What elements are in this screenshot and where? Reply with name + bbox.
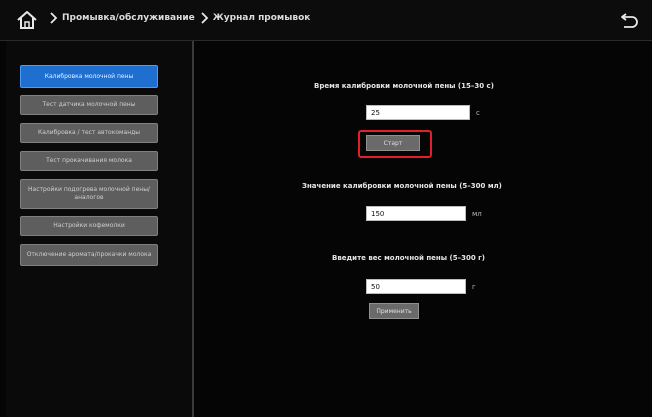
sidebar-item-milk-pump-test[interactable]: Тест прокачивания молока bbox=[20, 151, 158, 171]
time-input[interactable]: 25 bbox=[366, 105, 470, 120]
value-label: Значение калибровки молочной пены (5–300… bbox=[302, 182, 502, 190]
start-button[interactable]: Старт bbox=[366, 135, 420, 151]
breadcrumb-item-service[interactable]: Промывка/обслуживание bbox=[62, 13, 195, 23]
home-icon[interactable] bbox=[16, 9, 38, 31]
back-icon[interactable] bbox=[620, 10, 640, 30]
weight-label: Введите вес молочной пены (5–300 г) bbox=[332, 254, 485, 262]
weight-unit: г bbox=[472, 283, 476, 291]
sidebar-item-froth-sensor-test[interactable]: Тест датчика молочной пены bbox=[20, 95, 158, 115]
chevron-right-icon bbox=[50, 12, 58, 24]
value-input[interactable]: 150 bbox=[366, 206, 466, 221]
weight-input[interactable]: 50 bbox=[366, 279, 466, 294]
screen: Промывка/обслуживание Журнал промывок Ка… bbox=[0, 0, 652, 417]
top-bar: Промывка/обслуживание Журнал промывок bbox=[0, 0, 652, 41]
breadcrumb: Промывка/обслуживание Журнал промывок bbox=[48, 12, 310, 24]
sidebar-item-auto-command[interactable]: Калибровка / тест автокоманды bbox=[20, 123, 158, 143]
time-label: Время калибровки молочной пены (15–30 с) bbox=[314, 82, 494, 90]
sidebar-item-grinder-settings[interactable]: Настройки кофемолки bbox=[20, 216, 158, 236]
value-unit: мл bbox=[472, 210, 482, 218]
chevron-right-icon bbox=[201, 12, 209, 24]
sidebar-item-froth-calibration[interactable]: Калибровка молочной пены bbox=[20, 65, 158, 88]
breadcrumb-item-log: Журнал промывок bbox=[212, 13, 311, 23]
time-unit: с bbox=[476, 109, 480, 117]
main-panel: Время калибровки молочной пены (15–30 с)… bbox=[194, 41, 652, 417]
confirm-button[interactable]: Применить bbox=[369, 303, 419, 319]
sidebar: Калибровка молочной пены Тест датчика мо… bbox=[6, 41, 194, 417]
sidebar-item-heating-settings[interactable]: Настройки подогрева молочной пены/аналог… bbox=[20, 179, 158, 209]
sidebar-item-aroma-off[interactable]: Отключение аромата/прокачки молока bbox=[20, 244, 158, 266]
